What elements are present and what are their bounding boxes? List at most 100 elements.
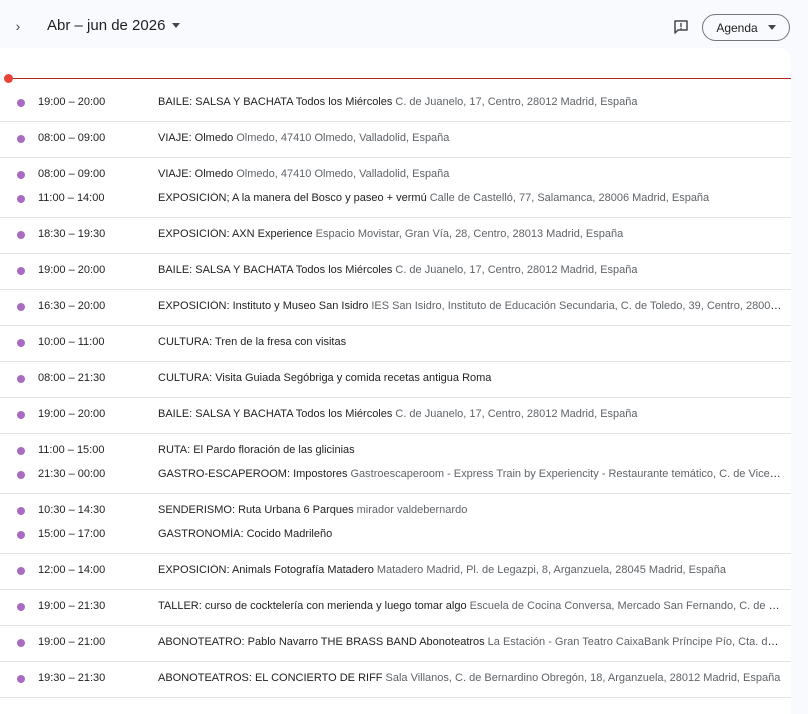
current-time-indicator: [0, 74, 791, 83]
event-details: BAILE: SALSA Y BACHATA Todos los Miércol…: [158, 264, 783, 276]
agenda-event[interactable]: 21:30 – 00:00 GASTRO-ESCAPEROOM: Impostor…: [0, 463, 791, 487]
agenda-event[interactable]: 08:00 – 09:00 VIAJE: Olmedo Olmedo, 47410 …: [0, 163, 791, 187]
view-selector-button[interactable]: Agenda: [702, 14, 790, 41]
event-details: EXPOSICIÓN: Instituto y Museo San Isidro…: [158, 300, 783, 312]
event-title: ABONOTEATRO: Pablo Navarro THE BRASS BAN…: [158, 636, 485, 648]
event-color-dot: [17, 267, 25, 275]
event-details: BAILE: SALSA Y BACHATA Todos los Miércol…: [158, 96, 783, 108]
calendar-header: › Abr – jun de 2026 Agenda: [0, 0, 808, 52]
event-location: IES San Isidro, Instituto de Educación S…: [371, 300, 783, 312]
event-time: 08:00 – 09:00: [38, 168, 106, 180]
agenda-day: 08:00 – 09:00 VIAJE: Olmedo Olmedo, 47410 …: [0, 158, 791, 218]
event-title: BAILE: SALSA Y BACHATA Todos los Miércol…: [158, 264, 393, 276]
event-title: RUTA: El Pardo floración de las glicinia…: [158, 444, 355, 456]
chevron-right-icon: ›: [15, 18, 21, 34]
event-title: SENDERISMO: Ruta Urbana 6 Parques: [158, 504, 354, 516]
event-title: BAILE: SALSA Y BACHATA Todos los Miércol…: [158, 96, 393, 108]
event-details: VIAJE: Olmedo Olmedo, 47410 Olmedo, Valla…: [158, 132, 783, 144]
agenda-event[interactable]: 10:30 – 14:30 SENDERISMO: Ruta Urbana 6 P…: [0, 499, 791, 523]
event-location: C. de Juanelo, 17, Centro, 28012 Madrid,…: [395, 264, 638, 276]
agenda-list: 19:00 – 20:00 BAILE: SALSA Y BACHATA Todo…: [0, 86, 791, 698]
agenda-event[interactable]: 16:30 – 20:00 EXPOSICIÓN: Instituto y Mus…: [0, 295, 791, 319]
event-title: ABONOTEATROS: EL CONCIERTO DE RIFF: [158, 672, 383, 684]
event-title: BAILE: SALSA Y BACHATA Todos los Miércol…: [158, 408, 393, 420]
event-time: 10:00 – 11:00: [38, 336, 105, 348]
agenda-event[interactable]: 19:00 – 21:30 TALLER: curso de cocktelerí…: [0, 595, 791, 619]
date-range-picker[interactable]: Abr – jun de 2026: [47, 17, 181, 34]
event-color-dot: [17, 531, 25, 539]
agenda-event[interactable]: 11:00 – 14:00 EXPOSICIÓN; A la manera del…: [0, 187, 791, 211]
scrollbar[interactable]: [797, 48, 805, 714]
event-details: EXPOSICIÓN: AXN Experience Espacio Movist…: [158, 228, 783, 240]
event-details: SENDERISMO: Ruta Urbana 6 Parques mirador…: [158, 504, 783, 516]
event-details: ABONOTEATROS: EL CONCIERTO DE RIFF Sala V…: [158, 672, 783, 684]
agenda-event[interactable]: 19:30 – 21:30 ABONOTEATROS: EL CONCIERTO …: [0, 667, 791, 691]
event-time: 19:00 – 21:30: [38, 600, 106, 612]
agenda-event[interactable]: 15:00 – 17:00 GASTRONOMÍA: Cocido Madrile…: [0, 523, 791, 547]
event-details: BAILE: SALSA Y BACHATA Todos los Miércol…: [158, 408, 783, 420]
agenda-event[interactable]: 19:00 – 20:00 BAILE: SALSA Y BACHATA Todo…: [0, 403, 791, 427]
event-color-dot: [17, 231, 25, 239]
event-color-dot: [17, 195, 25, 203]
event-color-dot: [17, 411, 25, 419]
event-title: EXPOSICIÓN; A la manera del Bosco y pase…: [158, 192, 427, 204]
event-title: EXPOSICIÓN: Animals Fotografía Matadero: [158, 564, 374, 576]
caret-down-icon: [767, 25, 776, 30]
current-time-dot: [4, 74, 13, 83]
agenda-event[interactable]: 12:00 – 14:00 EXPOSICIÓN: Animals Fotogra…: [0, 559, 791, 583]
event-title: GASTRO-ESCAPEROOM: Impostores: [158, 468, 348, 480]
event-time: 19:00 – 20:00: [38, 264, 106, 276]
event-color-dot: [17, 447, 25, 455]
event-title: GASTRONOMÍA: Cocido Madrileño: [158, 528, 333, 540]
agenda-event[interactable]: 10:00 – 11:00 CULTURA: Tren de la fresa c…: [0, 331, 791, 355]
agenda-day: 12:00 – 14:00 EXPOSICIÓN: Animals Fotogra…: [0, 554, 791, 590]
event-time: 19:30 – 21:30: [38, 672, 106, 684]
agenda-day: 19:00 – 20:00 BAILE: SALSA Y BACHATA Todo…: [0, 254, 791, 290]
event-color-dot: [17, 303, 25, 311]
caret-down-icon: [172, 23, 181, 28]
view-selector-label: Agenda: [716, 20, 758, 35]
event-time: 11:00 – 15:00: [38, 444, 105, 456]
agenda-event[interactable]: 19:00 – 20:00 BAILE: SALSA Y BACHATA Todo…: [0, 91, 791, 115]
event-color-dot: [17, 639, 25, 647]
agenda-event[interactable]: 18:30 – 19:30 EXPOSICIÓN: AXN Experience E…: [0, 223, 791, 247]
agenda-event[interactable]: 08:00 – 21:30 CULTURA: Visita Guiada Segó…: [0, 367, 791, 391]
event-color-dot: [17, 171, 25, 179]
event-color-dot: [17, 675, 25, 683]
event-time: 19:00 – 20:00: [38, 96, 106, 108]
event-title: EXPOSICIÓN: AXN Experience: [158, 228, 313, 240]
agenda-day: 10:30 – 14:30 SENDERISMO: Ruta Urbana 6 P…: [0, 494, 791, 554]
event-time: 15:00 – 17:00: [38, 528, 106, 540]
event-time: 16:30 – 20:00: [38, 300, 106, 312]
event-location: C. de Juanelo, 17, Centro, 28012 Madrid,…: [395, 408, 638, 420]
agenda-event[interactable]: 19:00 – 21:00 ABONOTEATRO: Pablo Navarro …: [0, 631, 791, 655]
event-location: Calle de Castelló, 77, Salamanca, 28006 …: [429, 192, 710, 204]
agenda-event[interactable]: 08:00 – 09:00 VIAJE: Olmedo Olmedo, 47410 …: [0, 127, 791, 151]
agenda-event[interactable]: 19:00 – 20:00 BAILE: SALSA Y BACHATA Todo…: [0, 259, 791, 283]
current-time-line: [8, 78, 791, 79]
feedback-icon[interactable]: [671, 17, 691, 37]
event-time: 08:00 – 21:30: [38, 372, 106, 384]
next-period-button[interactable]: ›: [8, 14, 28, 38]
agenda-event[interactable]: 11:00 – 15:00 RUTA: El Pardo floración de…: [0, 439, 791, 463]
agenda-day: 18:30 – 19:30 EXPOSICIÓN: AXN Experience E…: [0, 218, 791, 254]
event-details: VIAJE: Olmedo Olmedo, 47410 Olmedo, Valla…: [158, 168, 783, 180]
event-time: 21:30 – 00:00: [38, 468, 106, 480]
event-time: 19:00 – 20:00: [38, 408, 106, 420]
event-details: GASTRO-ESCAPEROOM: Impostores Gastroescap…: [158, 468, 783, 480]
event-details: CULTURA: Tren de la fresa con visitas: [158, 336, 783, 348]
event-time: 19:00 – 21:00: [38, 636, 106, 648]
agenda-day: 10:00 – 11:00 CULTURA: Tren de la fresa c…: [0, 326, 791, 362]
event-location: Gastroescaperoom - Express Train by Expe…: [350, 468, 783, 480]
agenda-day: 19:00 – 21:00 ABONOTEATRO: Pablo Navarro …: [0, 626, 791, 662]
event-time: 10:30 – 14:30: [38, 504, 106, 516]
agenda-day: 19:00 – 20:00 BAILE: SALSA Y BACHATA Todo…: [0, 398, 791, 434]
event-title: CULTURA: Tren de la fresa con visitas: [158, 336, 347, 348]
date-range-label: Abr – jun de 2026: [47, 17, 166, 34]
event-details: RUTA: El Pardo floración de las glicinia…: [158, 444, 783, 456]
agenda-day: 19:00 – 20:00 BAILE: SALSA Y BACHATA Todo…: [0, 86, 791, 122]
event-title: VIAJE: Olmedo: [158, 132, 234, 144]
event-color-dot: [17, 135, 25, 143]
event-details: TALLER: curso de cocktelería con meriend…: [158, 600, 783, 612]
agenda-day: 08:00 – 21:30 CULTURA: Visita Guiada Segó…: [0, 362, 791, 398]
